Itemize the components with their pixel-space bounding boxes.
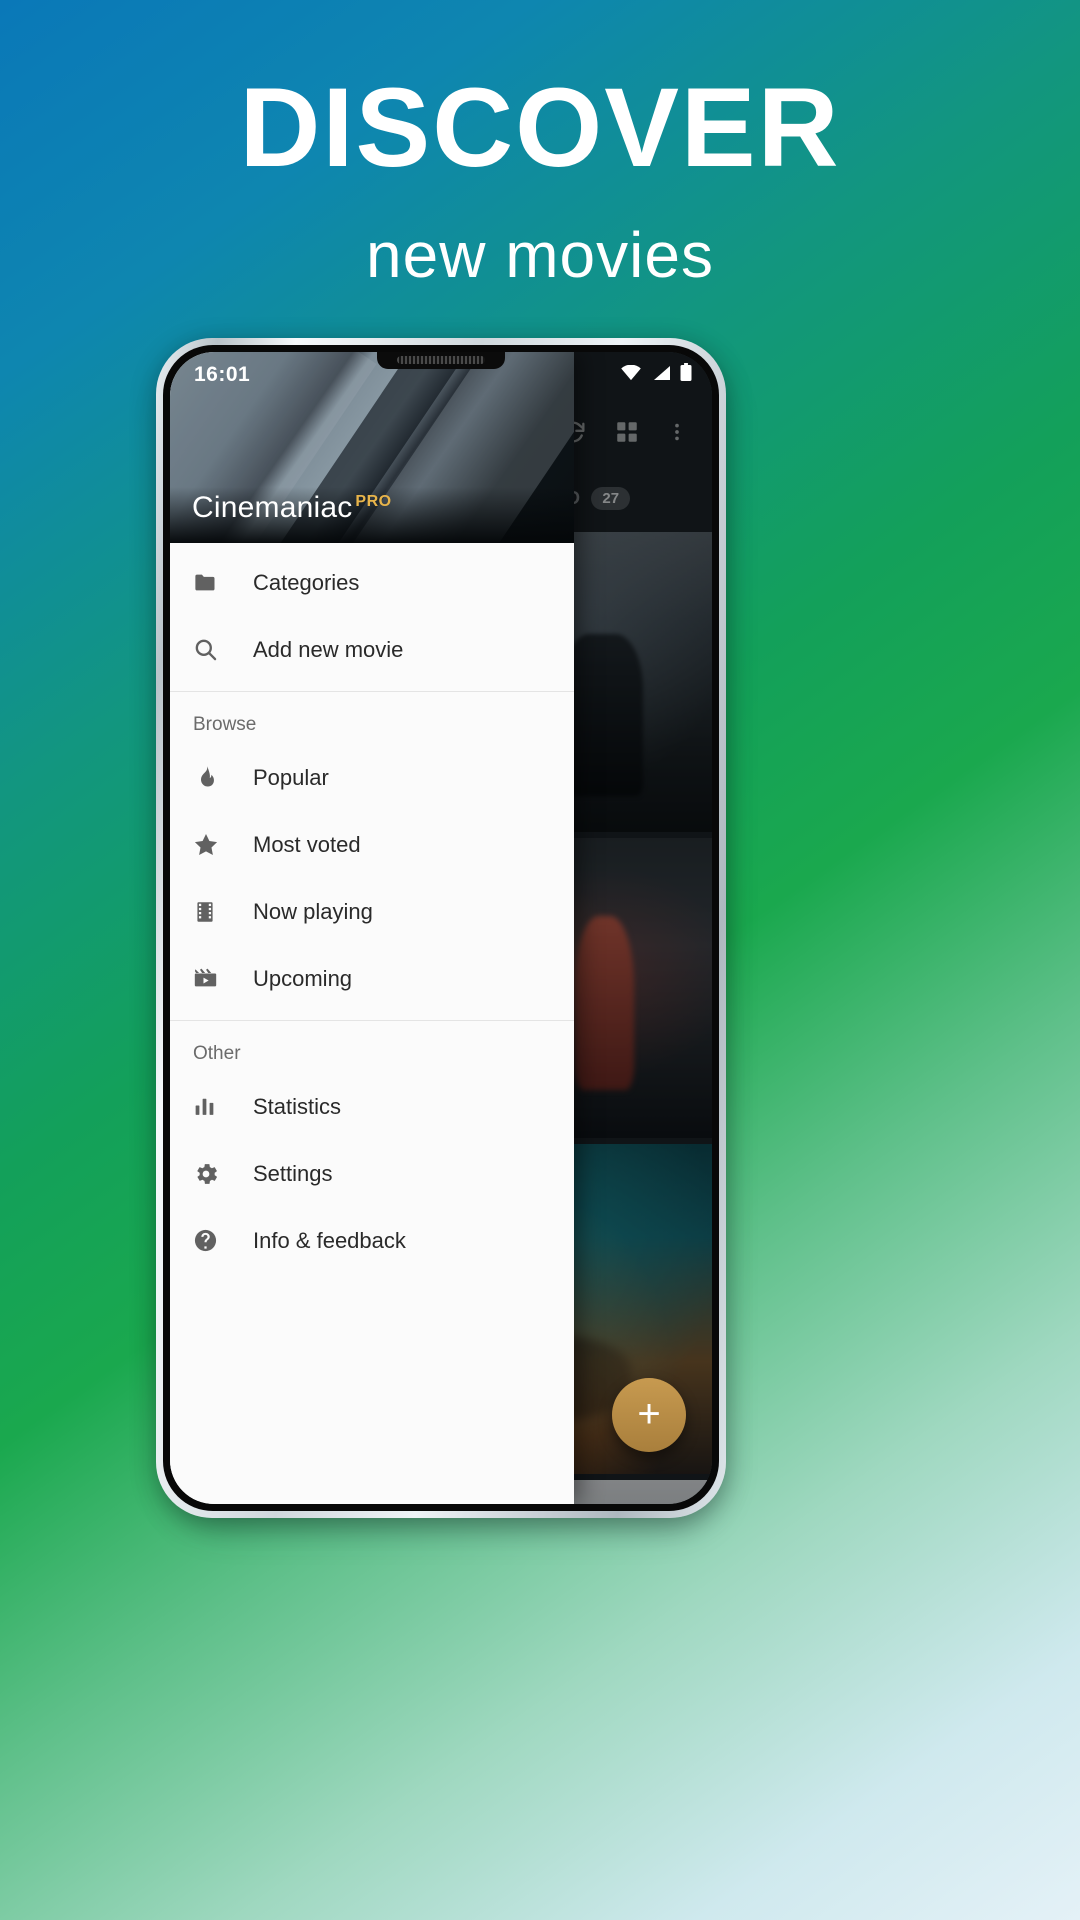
drawer-item-label: Categories [253,569,360,595]
drawer-item-label: Settings [253,1160,333,1186]
help-circle-icon [192,1227,238,1254]
drawer-item-popular[interactable]: Popular [170,744,574,811]
drawer-item-label: Info & feedback [253,1227,406,1253]
drawer-item-upcoming[interactable]: Upcoming [170,945,574,1012]
promo-title: DISCOVER [239,65,841,190]
drawer-item-settings[interactable]: Settings [170,1140,574,1207]
drawer-item-statistics[interactable]: Statistics [170,1073,574,1140]
navigation-drawer: Cinemaniac PRO Categories Add new movie … [170,352,574,1504]
add-movie-fab[interactable]: + [612,1378,686,1452]
promo-subtitle: new movies [366,219,714,291]
phone-screen: WATCHED 27 + 16:01 [170,352,712,1504]
folder-icon [192,569,238,596]
app-root: WATCHED 27 + 16:01 [170,352,712,1504]
drawer-item-categories[interactable]: Categories [170,549,574,616]
app-title: Cinemaniac PRO [192,491,392,525]
flame-icon [192,764,238,791]
battery-icon [680,363,692,387]
drawer-item-now-playing[interactable]: Now playing [170,878,574,945]
phone-mockup: WATCHED 27 + 16:01 [156,338,734,1531]
app-title-label: Cinemaniac [192,491,353,524]
bar-chart-icon [192,1094,238,1119]
section-title-browse: Browse [193,714,257,735]
drawer-item-label: Most voted [253,831,361,857]
drawer-item-most-voted[interactable]: Most voted [170,811,574,878]
drawer-body: Categories Add new movie Browse Popular … [170,543,574,1504]
section-title-other: Other [193,1043,241,1064]
drawer-item-label: Add new movie [253,636,404,662]
movie-clapper-icon [192,965,238,992]
star-icon [192,831,238,859]
status-bar-icons [620,363,692,387]
search-icon [192,636,238,663]
drawer-item-add-new-movie[interactable]: Add new movie [170,616,574,683]
promo-header: DISCOVER new movies [0,0,1080,292]
phone-bezel: WATCHED 27 + 16:01 [163,345,719,1511]
earpiece-speaker [397,356,485,364]
signal-icon [651,365,671,386]
phone-notch [377,352,505,369]
drawer-item-label: Upcoming [253,965,353,991]
film-strip-icon [192,899,238,925]
wifi-icon [620,364,642,386]
drawer-item-label: Popular [253,764,329,790]
gear-icon [192,1160,238,1188]
pro-badge: PRO [355,493,392,510]
phone-frame: WATCHED 27 + 16:01 [156,338,726,1518]
status-bar-time: 16:01 [194,363,251,386]
drawer-item-info-feedback[interactable]: Info & feedback [170,1207,574,1274]
drawer-item-label: Now playing [253,898,373,924]
drawer-item-label: Statistics [253,1093,342,1119]
